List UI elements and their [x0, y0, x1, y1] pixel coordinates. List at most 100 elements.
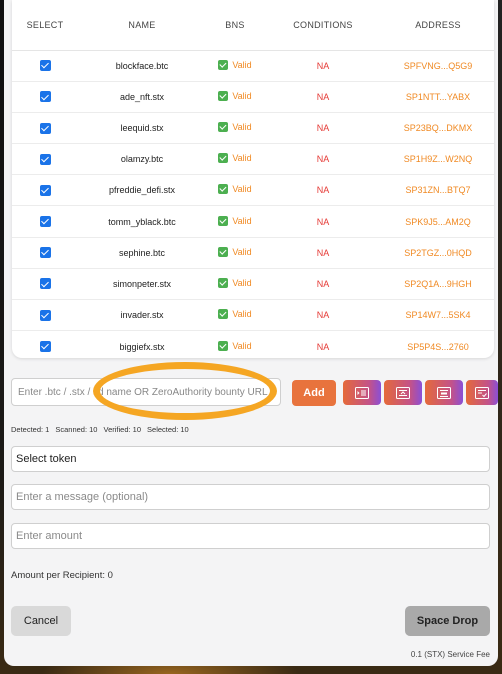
row-select-cell: [12, 237, 78, 269]
valid-check-icon: [218, 184, 229, 195]
space-drop-button[interactable]: Space Drop: [405, 606, 490, 636]
row-bns-cell: Valid: [206, 50, 264, 82]
row-address: SP23BQ...DKMX: [382, 112, 494, 145]
table-row[interactable]: blockface.btc Valid NA SPFVNG...Q5G9: [12, 50, 494, 82]
row-conditions: NA: [264, 237, 382, 269]
table-row[interactable]: invader.stx Valid NA SP14W7...5SK4: [12, 299, 494, 332]
table-row[interactable]: sephine.btc Valid NA SP2TGZ...0HQD: [12, 237, 494, 269]
row-select-cell: [12, 112, 78, 145]
token-select-value: Select token: [16, 453, 77, 465]
table-row[interactable]: simonpeter.stx Valid NA SP2Q1A...9HGH: [12, 268, 494, 301]
header-conditions[interactable]: CONDITIONS: [264, 0, 382, 51]
row-name: blockface.btc: [78, 50, 206, 82]
row-address: SP1NTT...YABX: [382, 81, 494, 113]
list-filter-button[interactable]: [425, 380, 463, 405]
valid-check-icon: [218, 121, 229, 132]
cancel-button[interactable]: Cancel: [11, 606, 71, 636]
row-conditions: NA: [316, 341, 330, 352]
row-select-cell: [12, 174, 78, 207]
row-address: SPFVNG...Q5G9: [382, 50, 494, 82]
bns-status: Valid: [218, 215, 252, 226]
row-checkbox[interactable]: [39, 122, 51, 134]
row-address: SP14W7...5SK4: [382, 299, 494, 332]
row-name: tomm_yblack.btc: [78, 205, 206, 238]
recipient-input[interactable]: [11, 378, 281, 406]
list-upload-icon: [396, 386, 410, 399]
bns-status: Valid: [218, 121, 252, 132]
list-check-button[interactable]: [466, 380, 498, 405]
row-bns-cell: Valid: [206, 299, 264, 332]
row-conditions: NA: [264, 50, 382, 82]
row-checkbox[interactable]: [39, 309, 51, 321]
row-bns-cell: Valid: [206, 81, 264, 113]
bns-status-label: Valid: [232, 277, 252, 288]
row-bns-cell: Valid: [206, 237, 264, 269]
list-indent-button[interactable]: [343, 380, 381, 405]
row-name: leequid.stx: [78, 112, 206, 145]
row-checkbox[interactable]: [39, 216, 51, 228]
row-checkbox[interactable]: [39, 184, 51, 196]
service-fee: 0.1 (STX) Service Fee: [410, 650, 490, 659]
valid-check-icon: [218, 340, 229, 351]
header-bns[interactable]: BNS: [206, 0, 264, 51]
valid-check-icon: [218, 215, 229, 226]
header-select: SELECT: [12, 0, 78, 51]
header-address[interactable]: ADDRESS: [382, 0, 494, 51]
table-row[interactable]: pfreddie_defi.stx Valid NA SP31ZN...BTQ7: [12, 174, 494, 207]
bns-status: Valid: [218, 184, 252, 195]
bns-status: Valid: [218, 90, 252, 101]
valid-check-icon: [218, 309, 229, 320]
valid-check-icon: [218, 90, 229, 101]
bns-status-label: Valid: [232, 246, 252, 257]
bns-status: Valid: [218, 246, 252, 257]
row-name: sephine.btc: [78, 237, 206, 269]
token-select[interactable]: Select token: [11, 446, 490, 472]
message-input[interactable]: [11, 484, 490, 510]
row-select-cell: [12, 299, 78, 332]
row-address: SP1H9Z...W2NQ: [382, 143, 494, 176]
row-bns-cell: Valid: [206, 174, 264, 207]
stat-detected: Detected: 1: [11, 425, 50, 434]
row-conditions: NA: [264, 143, 382, 176]
bns-status: Valid: [218, 340, 252, 351]
table-row[interactable]: biggiefx.stx Valid NA SP5P4S...2760: [12, 331, 494, 358]
bns-status-label: Valid: [232, 153, 252, 164]
row-conditions: NA: [264, 81, 382, 113]
amount-per-recipient: Amount per Recipient: 0: [11, 570, 113, 581]
valid-check-icon: [218, 59, 229, 70]
list-filter-icon: [437, 386, 451, 399]
row-select-cell: [12, 81, 78, 113]
row-checkbox[interactable]: [39, 60, 51, 72]
table-row[interactable]: leequid.stx Valid NA SP23BQ...DKMX: [12, 112, 494, 145]
row-checkbox[interactable]: [39, 247, 51, 259]
row-checkbox[interactable]: [39, 91, 51, 103]
table-row[interactable]: ade_nft.stx Valid NA SP1NTT...YABX: [12, 81, 494, 113]
amount-input[interactable]: [11, 523, 490, 549]
table-row[interactable]: tomm_yblack.btc Valid NA SPK9J5...AM2Q: [12, 205, 494, 238]
row-select-cell: [12, 50, 78, 82]
recipients-table: SELECT NAME BNS CONDITIONS ADDRESS block…: [12, 0, 494, 358]
bns-status: Valid: [218, 277, 252, 288]
row-select-cell: [12, 205, 78, 238]
bns-status: Valid: [218, 59, 252, 70]
bns-status-label: Valid: [232, 90, 252, 101]
row-address: SPK9J5...AM2Q: [382, 205, 494, 238]
row-checkbox[interactable]: [39, 341, 51, 353]
row-name: pfreddie_defi.stx: [78, 174, 206, 207]
row-checkbox[interactable]: [39, 153, 51, 165]
row-name: ade_nft.stx: [78, 81, 206, 113]
list-upload-button[interactable]: [384, 380, 422, 405]
row-bns-cell: Valid: [206, 143, 264, 176]
row-conditions: NA: [264, 299, 382, 332]
add-button[interactable]: Add: [292, 380, 336, 406]
bns-status-label: Valid: [232, 59, 252, 70]
row-conditions: NA: [264, 112, 382, 145]
recipients-table-card: SELECT NAME BNS CONDITIONS ADDRESS block…: [12, 0, 494, 358]
bns-status-label: Valid: [232, 340, 252, 351]
header-name[interactable]: NAME: [78, 0, 206, 51]
row-bns-cell: Valid: [206, 205, 264, 238]
stat-scanned: Scanned: 10: [55, 425, 98, 434]
row-checkbox[interactable]: [39, 278, 51, 290]
table-row[interactable]: olamzy.btc Valid NA SP1H9Z...W2NQ: [12, 143, 494, 176]
stat-verified: Verified: 10: [103, 425, 142, 434]
